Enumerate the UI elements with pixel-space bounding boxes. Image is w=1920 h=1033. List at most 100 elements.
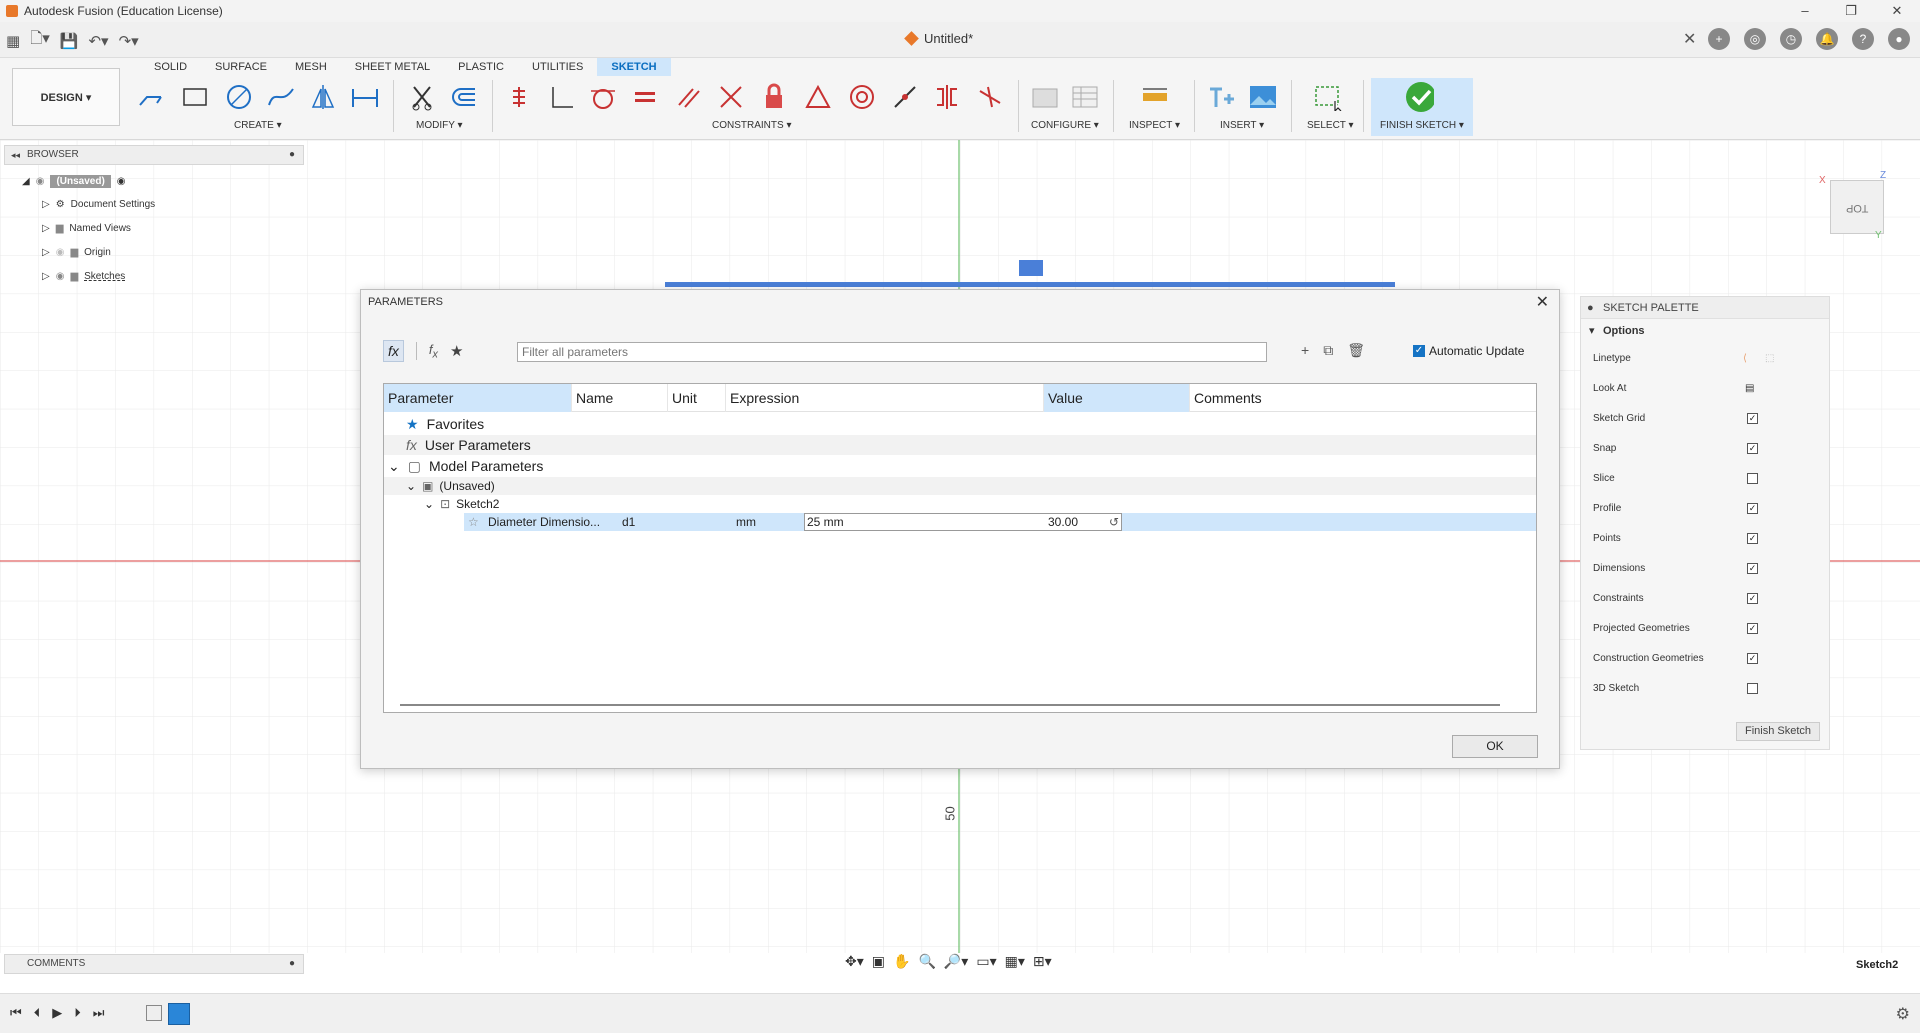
sketch-row[interactable]: ⌄ ⊡ Sketch2 bbox=[384, 495, 1536, 513]
snap-checkbox[interactable]: ✓ bbox=[1747, 442, 1758, 454]
browser-pin-icon[interactable]: ● bbox=[289, 146, 295, 164]
projected-geometries-checkbox[interactable]: ✓ bbox=[1747, 622, 1758, 634]
column-header-value[interactable]: Value bbox=[1044, 384, 1190, 412]
column-header-parameter[interactable]: Parameter bbox=[384, 384, 572, 412]
parameter-row-d1[interactable]: ☆ Diameter Dimensio... d1 mm 25 mm ↺ 30.… bbox=[384, 513, 1536, 531]
palette-option-construction-geometries[interactable]: Construction Geometries ✓ bbox=[1593, 643, 1813, 673]
midpoint-constraint-icon[interactable] bbox=[803, 82, 833, 112]
automatic-update-toggle[interactable]: ✓ Automatic Update bbox=[1413, 344, 1524, 358]
browser-item-origin[interactable]: ▷ ◉ ▆ Origin bbox=[42, 247, 111, 258]
browser-header[interactable]: ◂◂ BROWSER ● bbox=[4, 145, 304, 165]
rectangle-tool-icon[interactable] bbox=[180, 82, 210, 112]
mirror-tool-icon[interactable] bbox=[308, 82, 338, 112]
timeline-sketch1-icon[interactable] bbox=[146, 1005, 162, 1021]
favorite-toggle-star-icon[interactable]: ☆ bbox=[468, 515, 479, 529]
undo-icon[interactable]: ↶▾ bbox=[88, 32, 108, 50]
filter-parameters-input[interactable] bbox=[517, 342, 1267, 362]
dimension-text[interactable]: 50 bbox=[943, 806, 958, 820]
component-row[interactable]: ⌄ ▣ (Unsaved) bbox=[384, 477, 1536, 495]
add-parameter-icon[interactable]: + bbox=[1301, 342, 1309, 359]
zoom-icon[interactable]: 🔍 bbox=[918, 953, 935, 970]
slice-checkbox[interactable] bbox=[1747, 472, 1758, 484]
workspace-switcher[interactable]: DESIGN ▾ bbox=[12, 68, 120, 126]
offset-tool-icon[interactable] bbox=[448, 82, 478, 112]
tab-surface[interactable]: SURFACE bbox=[201, 58, 281, 76]
dimensions-checkbox[interactable]: ✓ bbox=[1747, 562, 1758, 574]
profile-checkbox[interactable]: ✓ bbox=[1747, 502, 1758, 514]
palette-option-constraints[interactable]: Constraints ✓ bbox=[1593, 583, 1813, 613]
centerline-linetype-icon[interactable]: ⬚ bbox=[1765, 353, 1774, 364]
all-parameters-fx-icon[interactable]: fx bbox=[383, 340, 404, 362]
document-tab[interactable]: Untitled* bbox=[904, 31, 973, 46]
job-status-icon[interactable]: ◷ bbox=[1780, 28, 1802, 50]
hidden-eye-icon[interactable]: ◉ bbox=[56, 247, 65, 258]
close-window-button[interactable]: ✕ bbox=[1874, 0, 1920, 22]
close-tab-icon[interactable]: ✕ bbox=[1683, 29, 1696, 49]
column-header-name[interactable]: Name bbox=[572, 384, 668, 412]
constraints-group-label[interactable]: CONSTRAINTS ▾ bbox=[712, 120, 791, 131]
delete-parameter-icon[interactable]: 🗑 bbox=[1347, 342, 1365, 359]
viewports-icon[interactable]: ⊞▾ bbox=[1033, 953, 1052, 970]
look-at-icon[interactable]: ▤ bbox=[1745, 383, 1754, 394]
configure-table-icon[interactable] bbox=[1070, 82, 1100, 112]
browser-root-item[interactable]: ◢ ◉ (Unsaved) ◉ bbox=[22, 175, 126, 188]
model-parameters-group-row[interactable]: ⌄ ▢ Model Parameters bbox=[384, 455, 1536, 477]
look-at-icon[interactable]: ▣ bbox=[872, 953, 885, 970]
minimize-button[interactable]: – bbox=[1782, 0, 1828, 22]
sketch-palette-header[interactable]: ● SKETCH PALETTE bbox=[1581, 297, 1829, 319]
new-tab-icon[interactable]: + bbox=[1708, 28, 1730, 50]
view-cube[interactable]: TOP bbox=[1830, 180, 1884, 234]
palette-option-3d-sketch[interactable]: 3D Sketch bbox=[1593, 673, 1813, 703]
grid-settings-icon[interactable]: ▦▾ bbox=[1005, 953, 1025, 970]
palette-option-sketch-grid[interactable]: Sketch Grid ✓ bbox=[1593, 403, 1813, 433]
timeline-sketch2-icon[interactable] bbox=[168, 1003, 190, 1025]
visibility-eye-icon[interactable]: ◉ bbox=[56, 271, 65, 282]
constraints-checkbox[interactable]: ✓ bbox=[1747, 592, 1758, 604]
help-icon[interactable]: ? bbox=[1852, 28, 1874, 50]
save-icon[interactable]: 💾 bbox=[60, 32, 79, 50]
configure-group-label[interactable]: CONFIGURE ▾ bbox=[1031, 120, 1099, 131]
expand-triangle-icon[interactable]: ▷ bbox=[42, 199, 50, 210]
perpendicular-constraint-icon[interactable] bbox=[546, 82, 576, 112]
tab-sheet-metal[interactable]: SHEET METAL bbox=[341, 58, 444, 76]
redo-icon[interactable]: ↷▾ bbox=[119, 32, 139, 50]
pan-hand-icon[interactable]: ✋ bbox=[893, 953, 910, 970]
favorites-star-icon[interactable]: ★ bbox=[450, 342, 463, 360]
options-collapse-triangle-icon[interactable]: ▾ bbox=[1589, 319, 1595, 343]
options-section-header[interactable]: ▾ Options bbox=[1581, 319, 1829, 343]
parallel-constraint-icon[interactable] bbox=[674, 82, 704, 112]
palette-option-snap[interactable]: Snap ✓ bbox=[1593, 433, 1813, 463]
measure-icon[interactable] bbox=[1140, 82, 1170, 112]
sketch-grid-checkbox[interactable]: ✓ bbox=[1747, 412, 1758, 424]
construction-geometries-checkbox[interactable]: ✓ bbox=[1747, 652, 1758, 664]
horizontal-scrollbar[interactable] bbox=[400, 704, 1500, 706]
perpendicular-x-constraint-icon[interactable] bbox=[716, 82, 746, 112]
trim-tool-icon[interactable] bbox=[407, 82, 437, 112]
expand-triangle-icon[interactable]: ▷ bbox=[42, 247, 50, 258]
user-parameters-group-row[interactable]: fx User Parameters bbox=[384, 435, 1536, 455]
user-parameters-fx-icon[interactable]: fx bbox=[429, 342, 438, 361]
file-menu-icon[interactable]: 🗋▾ bbox=[30, 28, 50, 53]
column-header-comments[interactable]: Comments bbox=[1190, 384, 1536, 412]
favorites-group-row[interactable]: ★ Favorites bbox=[384, 414, 1536, 434]
finish-sketch-check-icon[interactable] bbox=[1404, 82, 1434, 112]
collapse-chevron-icon[interactable]: ⌄ bbox=[388, 458, 400, 475]
points-checkbox[interactable]: ✓ bbox=[1747, 532, 1758, 544]
restore-button[interactable]: ❐ bbox=[1828, 0, 1874, 22]
select-window-icon[interactable] bbox=[1313, 82, 1343, 112]
step-forward-icon[interactable]: ⏵ bbox=[74, 1005, 81, 1021]
browser-item-sketches[interactable]: ▷ ◉ ▆ Sketches bbox=[42, 271, 125, 282]
automatic-update-checkbox[interactable]: ✓ bbox=[1413, 345, 1425, 357]
collinear-constraint-icon[interactable] bbox=[890, 82, 920, 112]
tangent-constraint-icon[interactable] bbox=[588, 82, 618, 112]
go-to-end-icon[interactable]: ⏭ bbox=[93, 1005, 105, 1021]
fix-constraint-icon[interactable] bbox=[759, 82, 789, 112]
spline-tool-icon[interactable] bbox=[266, 82, 296, 112]
ok-button[interactable]: OK bbox=[1452, 735, 1538, 758]
visibility-eye-icon[interactable]: ◉ bbox=[36, 176, 45, 187]
copy-parameter-icon[interactable]: ⧉ bbox=[1323, 342, 1333, 359]
tab-solid[interactable]: SOLID bbox=[140, 58, 201, 76]
timeline-settings-gear-icon[interactable]: ⚙ bbox=[1896, 1004, 1910, 1024]
concentric-constraint-icon[interactable] bbox=[847, 82, 877, 112]
orbit-icon[interactable]: ✥▾ bbox=[845, 953, 864, 970]
